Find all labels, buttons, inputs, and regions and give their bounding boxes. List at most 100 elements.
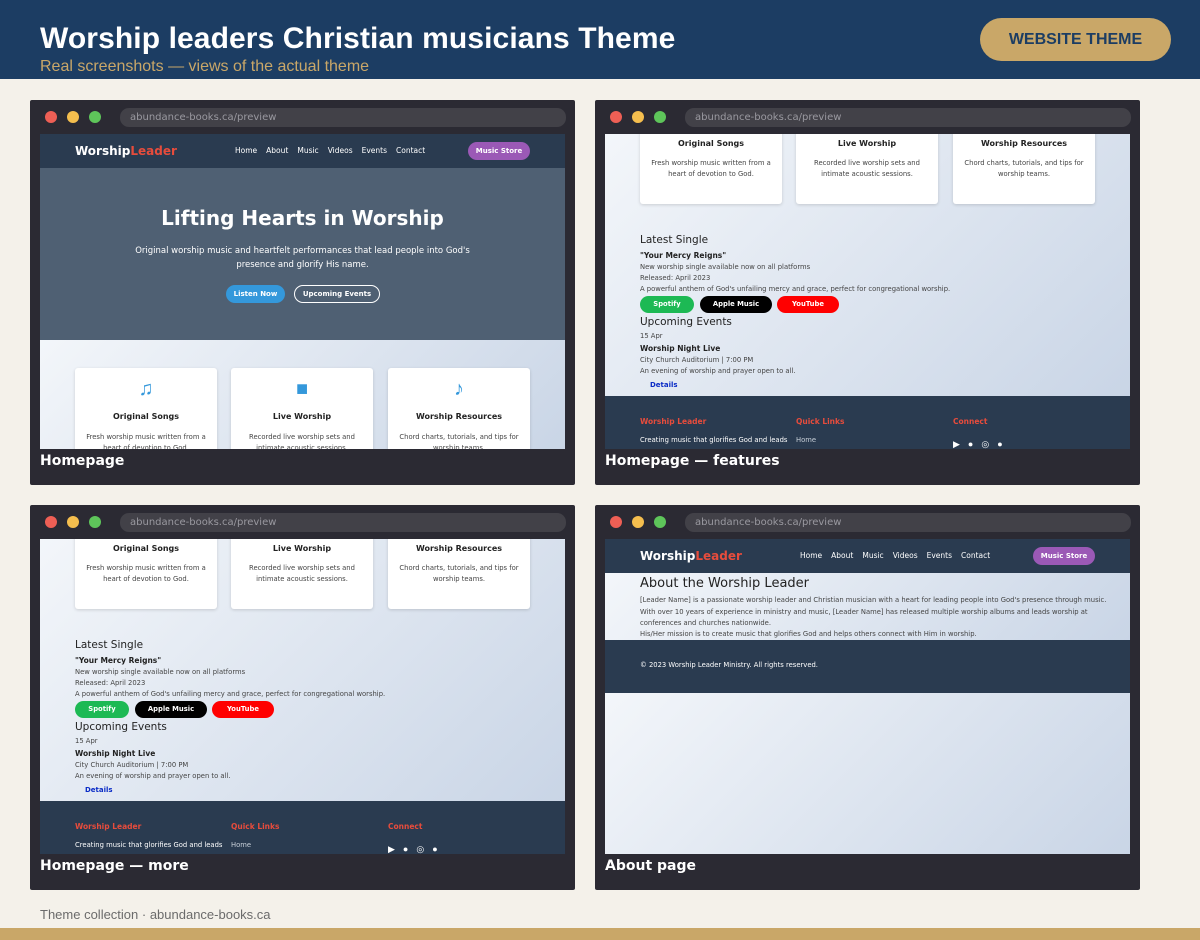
hero-section: Lifting Hearts in Worship Original worsh… xyxy=(40,168,565,340)
apple-music-button: Apple Music xyxy=(135,701,207,718)
browser-viewport: Original Songs Fresh worship music writt… xyxy=(605,134,1130,449)
nav-link-about: About xyxy=(266,146,289,155)
browser-chrome: abundance-books.ca/preview xyxy=(30,505,575,539)
browser-viewport: WorshipLeader Home About Music Videos Ev… xyxy=(605,539,1130,854)
listen-now-button: Listen Now xyxy=(226,285,285,303)
feature-card-songs: Original Songs Fresh worship music writt… xyxy=(75,539,217,609)
website-theme-button[interactable]: WEBSITE THEME xyxy=(980,18,1171,61)
event-name: Worship Night Live xyxy=(75,749,156,758)
nav-link-events: Events xyxy=(361,146,388,155)
content-section: Original Songs Fresh worship music writt… xyxy=(605,134,1130,396)
feature-card-resources: ♪ Worship Resources Chord charts, tutori… xyxy=(388,368,530,449)
site-nav: WorshipLeader Home About Music Videos Ev… xyxy=(40,134,565,168)
youtube-icon: ▶ xyxy=(953,439,960,449)
spotify-button: Spotify xyxy=(640,296,694,313)
site-nav: WorshipLeader Home About Music Videos Ev… xyxy=(605,539,1130,573)
music-store-button: Music Store xyxy=(1033,547,1095,565)
card-caption: About page xyxy=(605,858,696,874)
instagram-icon: ◎ xyxy=(981,439,990,449)
maximize-dot-icon xyxy=(654,111,666,123)
browser-viewport: WorshipLeader Home About Music Videos Ev… xyxy=(40,134,565,449)
event-name: Worship Night Live xyxy=(640,344,721,353)
screenshot-card-more: abundance-books.ca/preview Original Song… xyxy=(30,505,575,890)
bottom-accent-bar xyxy=(0,928,1200,940)
empty-section xyxy=(605,693,1130,854)
maximize-dot-icon xyxy=(89,516,101,528)
nav-link-videos: Videos xyxy=(327,146,353,155)
nav-link-home: Home xyxy=(235,146,258,155)
nav-link-music: Music xyxy=(862,551,884,560)
feature-card-live: Live Worship Recorded live worship sets … xyxy=(231,539,373,609)
copyright-text: © 2023 Worship Leader Ministry. All righ… xyxy=(640,661,818,669)
feature-card-resources: Worship Resources Chord charts, tutorial… xyxy=(388,539,530,609)
content-section: Original Songs Fresh worship music writt… xyxy=(40,539,565,801)
social-icons: ▶ ● ◎ ● xyxy=(953,439,1003,449)
facebook-icon: ● xyxy=(432,844,438,854)
site-footer: Worship Leader Creating music that glori… xyxy=(40,801,565,854)
about-section: About the Worship Leader [Leader Name] i… xyxy=(605,573,1130,640)
latest-single-heading: Latest Single xyxy=(75,639,144,651)
screenshot-card-homepage: abundance-books.ca/preview WorshipLeader… xyxy=(30,100,575,485)
feature-card-songs: ♫ Original Songs Fresh worship music wri… xyxy=(75,368,217,449)
upcoming-events-button: Upcoming Events xyxy=(294,285,380,303)
nav-link-about: About xyxy=(831,551,854,560)
facebook-icon: ● xyxy=(997,439,1003,449)
close-dot-icon xyxy=(610,111,622,123)
feature-card-songs: Original Songs Fresh worship music writt… xyxy=(640,134,782,204)
minimize-dot-icon xyxy=(67,516,79,528)
nav-link-home: Home xyxy=(800,551,823,560)
single-title: "Your Mercy Reigns" xyxy=(640,251,727,260)
guitar-icon: ♪ xyxy=(454,378,464,400)
latest-single-heading: Latest Single xyxy=(640,234,709,246)
spotify-icon: ● xyxy=(402,844,409,854)
events-heading: Upcoming Events xyxy=(640,316,732,328)
spotify-icon: ● xyxy=(967,439,974,449)
single-title: "Your Mercy Reigns" xyxy=(75,656,162,665)
address-bar: abundance-books.ca/preview xyxy=(120,108,566,127)
browser-viewport: Original Songs Fresh worship music writt… xyxy=(40,539,565,854)
nav-links: Home About Music Videos Events Contact xyxy=(800,551,990,560)
music-note-icon: ♫ xyxy=(138,378,154,400)
hero-title: Lifting Hearts in Worship xyxy=(161,206,444,230)
card-caption: Homepage — features xyxy=(605,453,780,469)
nav-link-contact: Contact xyxy=(961,551,991,560)
features-section: ♫ Original Songs Fresh worship music wri… xyxy=(40,340,565,449)
details-link: Details xyxy=(85,786,113,794)
address-bar: abundance-books.ca/preview xyxy=(120,513,566,532)
maximize-dot-icon xyxy=(654,516,666,528)
address-bar: abundance-books.ca/preview xyxy=(685,108,1131,127)
close-dot-icon xyxy=(45,516,57,528)
maximize-dot-icon xyxy=(89,111,101,123)
screenshot-card-features: abundance-books.ca/preview Original Song… xyxy=(595,100,1140,485)
feature-card-live: ■ Live Worship Recorded live worship set… xyxy=(231,368,373,449)
spotify-button: Spotify xyxy=(75,701,129,718)
nav-link-music: Music xyxy=(297,146,319,155)
nav-link-events: Events xyxy=(926,551,953,560)
footer-note: Theme collection · abundance-books.ca xyxy=(40,907,271,922)
music-store-button: Music Store xyxy=(468,142,530,160)
about-heading: About the Worship Leader xyxy=(640,576,810,591)
feature-card-live: Live Worship Recorded live worship sets … xyxy=(796,134,938,204)
hero-text: Original worship music and heartfelt per… xyxy=(135,246,470,270)
browser-chrome: abundance-books.ca/preview xyxy=(30,100,575,134)
site-logo: WorshipLeader xyxy=(640,549,742,563)
feature-card-resources: Worship Resources Chord charts, tutorial… xyxy=(953,134,1095,204)
youtube-icon: ▶ xyxy=(388,844,395,854)
screenshot-card-about: abundance-books.ca/preview WorshipLeader… xyxy=(595,505,1140,890)
youtube-button: YouTube xyxy=(212,701,274,718)
events-heading: Upcoming Events xyxy=(75,721,167,733)
site-footer: © 2023 Worship Leader Ministry. All righ… xyxy=(605,640,1130,693)
minimize-dot-icon xyxy=(67,111,79,123)
minimize-dot-icon xyxy=(632,111,644,123)
site-logo: WorshipLeader xyxy=(75,144,177,158)
close-dot-icon xyxy=(45,111,57,123)
video-camera-icon: ■ xyxy=(295,378,309,400)
browser-chrome: abundance-books.ca/preview xyxy=(595,505,1140,539)
minimize-dot-icon xyxy=(632,516,644,528)
apple-music-button: Apple Music xyxy=(700,296,772,313)
page-header: Worship leaders Christian musicians Them… xyxy=(0,0,1200,79)
nav-link-contact: Contact xyxy=(396,146,426,155)
nav-links: Home About Music Videos Events Contact xyxy=(235,146,425,155)
site-footer: Worship Leader Creating music that glori… xyxy=(605,396,1130,449)
youtube-button: YouTube xyxy=(777,296,839,313)
